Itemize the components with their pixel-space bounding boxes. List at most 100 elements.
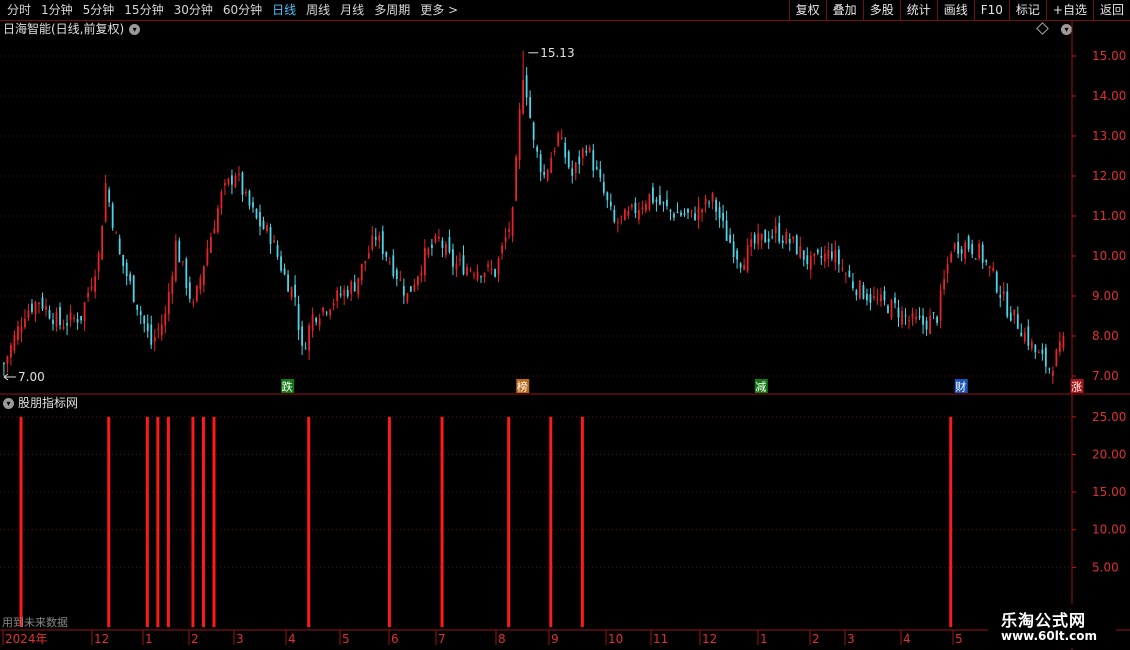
candle-body <box>578 156 581 165</box>
candle-body <box>504 237 507 243</box>
candle-body <box>599 169 602 178</box>
candle-body <box>851 281 854 289</box>
candle-body <box>329 309 332 316</box>
candle-body <box>823 253 826 262</box>
xaxis-label: 9 <box>551 632 559 646</box>
candle-body <box>34 302 37 315</box>
candle-body <box>890 299 893 319</box>
candle-body <box>753 234 756 244</box>
candle-body <box>873 296 875 299</box>
candle-body <box>452 249 454 267</box>
kline-chart: 15.0014.0013.0012.0011.0010.009.008.007.… <box>0 21 1130 650</box>
candle-body <box>553 150 556 152</box>
candle-body <box>676 211 679 214</box>
candle-body <box>971 244 974 255</box>
candle-body <box>416 276 419 286</box>
candle-body <box>17 326 19 340</box>
candle-body <box>785 232 788 244</box>
candle-body <box>918 316 921 318</box>
candle-body <box>767 238 770 242</box>
candle-body <box>1020 332 1023 337</box>
candle-body <box>52 319 54 325</box>
candle-body <box>795 235 798 255</box>
watermark-title: 乐淘公式网 <box>1001 611 1087 630</box>
low-price-label: 7.00 <box>18 370 45 384</box>
candle-body <box>466 267 468 276</box>
candle-body <box>943 279 946 290</box>
candle-body <box>953 243 956 250</box>
candle-body <box>771 236 774 238</box>
candle-body <box>792 236 795 239</box>
candle-body <box>1041 349 1044 354</box>
candle-body <box>252 202 254 208</box>
candle-body <box>164 313 167 326</box>
xaxis-label: 8 <box>498 632 506 646</box>
candle-body <box>708 202 710 204</box>
candle-body <box>960 249 963 254</box>
candle-body <box>83 302 86 322</box>
xaxis-label: 3 <box>847 632 855 646</box>
candle-body <box>995 271 998 292</box>
candle-body <box>571 168 574 176</box>
candle-body <box>101 225 104 260</box>
candle-body <box>1027 326 1030 346</box>
candle-body <box>1037 352 1040 354</box>
candle-body <box>206 248 209 266</box>
candle-body <box>311 314 314 331</box>
candle-body <box>494 269 496 277</box>
candle-body <box>567 151 570 168</box>
candle-body <box>834 249 837 263</box>
candle-body <box>301 326 304 346</box>
candle-body <box>781 240 784 244</box>
candle-body <box>841 267 844 270</box>
candle-body <box>462 255 465 275</box>
candle-body <box>760 233 763 240</box>
candle-body <box>925 320 928 330</box>
candle-body <box>550 157 553 173</box>
price-tick-label: 7.00 <box>1092 369 1119 383</box>
candle-body <box>431 244 433 248</box>
candle-body <box>729 234 732 243</box>
candle-body <box>90 286 93 289</box>
candle-body <box>1058 341 1061 352</box>
xaxis-label: 3 <box>236 632 244 646</box>
candle-body <box>118 238 121 254</box>
candle-body <box>929 315 931 335</box>
xaxis-label: 5 <box>955 632 963 646</box>
xaxis-label: 2 <box>812 632 820 646</box>
candle-body <box>402 286 405 296</box>
candle-body <box>304 348 307 350</box>
candle-body <box>645 204 647 211</box>
candle-body <box>897 307 900 318</box>
candle-body <box>722 212 724 221</box>
candle-body <box>774 226 777 234</box>
candle-body <box>862 285 865 299</box>
xaxis-label: 1 <box>760 632 768 646</box>
candle-body <box>957 241 960 254</box>
candle-body <box>964 242 967 259</box>
price-tick-label: 10.00 <box>1092 249 1126 263</box>
signal-bar <box>107 416 111 627</box>
candle-body <box>630 204 633 208</box>
candle-body <box>266 225 268 232</box>
event-marker-label: 财 <box>955 380 966 394</box>
candle-body <box>911 312 914 319</box>
candle-body <box>904 315 907 317</box>
event-marker-label: 减 <box>755 381 766 394</box>
candle-body <box>508 229 510 232</box>
candle-body <box>662 201 665 203</box>
candle-body <box>981 244 984 263</box>
candle-body <box>809 255 812 270</box>
price-tick-label: 15.00 <box>1092 49 1126 63</box>
candle-body <box>248 190 251 206</box>
candle-body <box>308 325 311 351</box>
candle-body <box>908 320 910 322</box>
candle-body <box>195 285 198 302</box>
candle-body <box>66 323 68 326</box>
candle-body <box>974 258 977 260</box>
candle-body <box>395 269 398 280</box>
candle-body <box>469 269 472 271</box>
candle-body <box>694 213 696 220</box>
xaxis-label: 11 <box>653 632 668 646</box>
candle-body <box>153 337 156 342</box>
